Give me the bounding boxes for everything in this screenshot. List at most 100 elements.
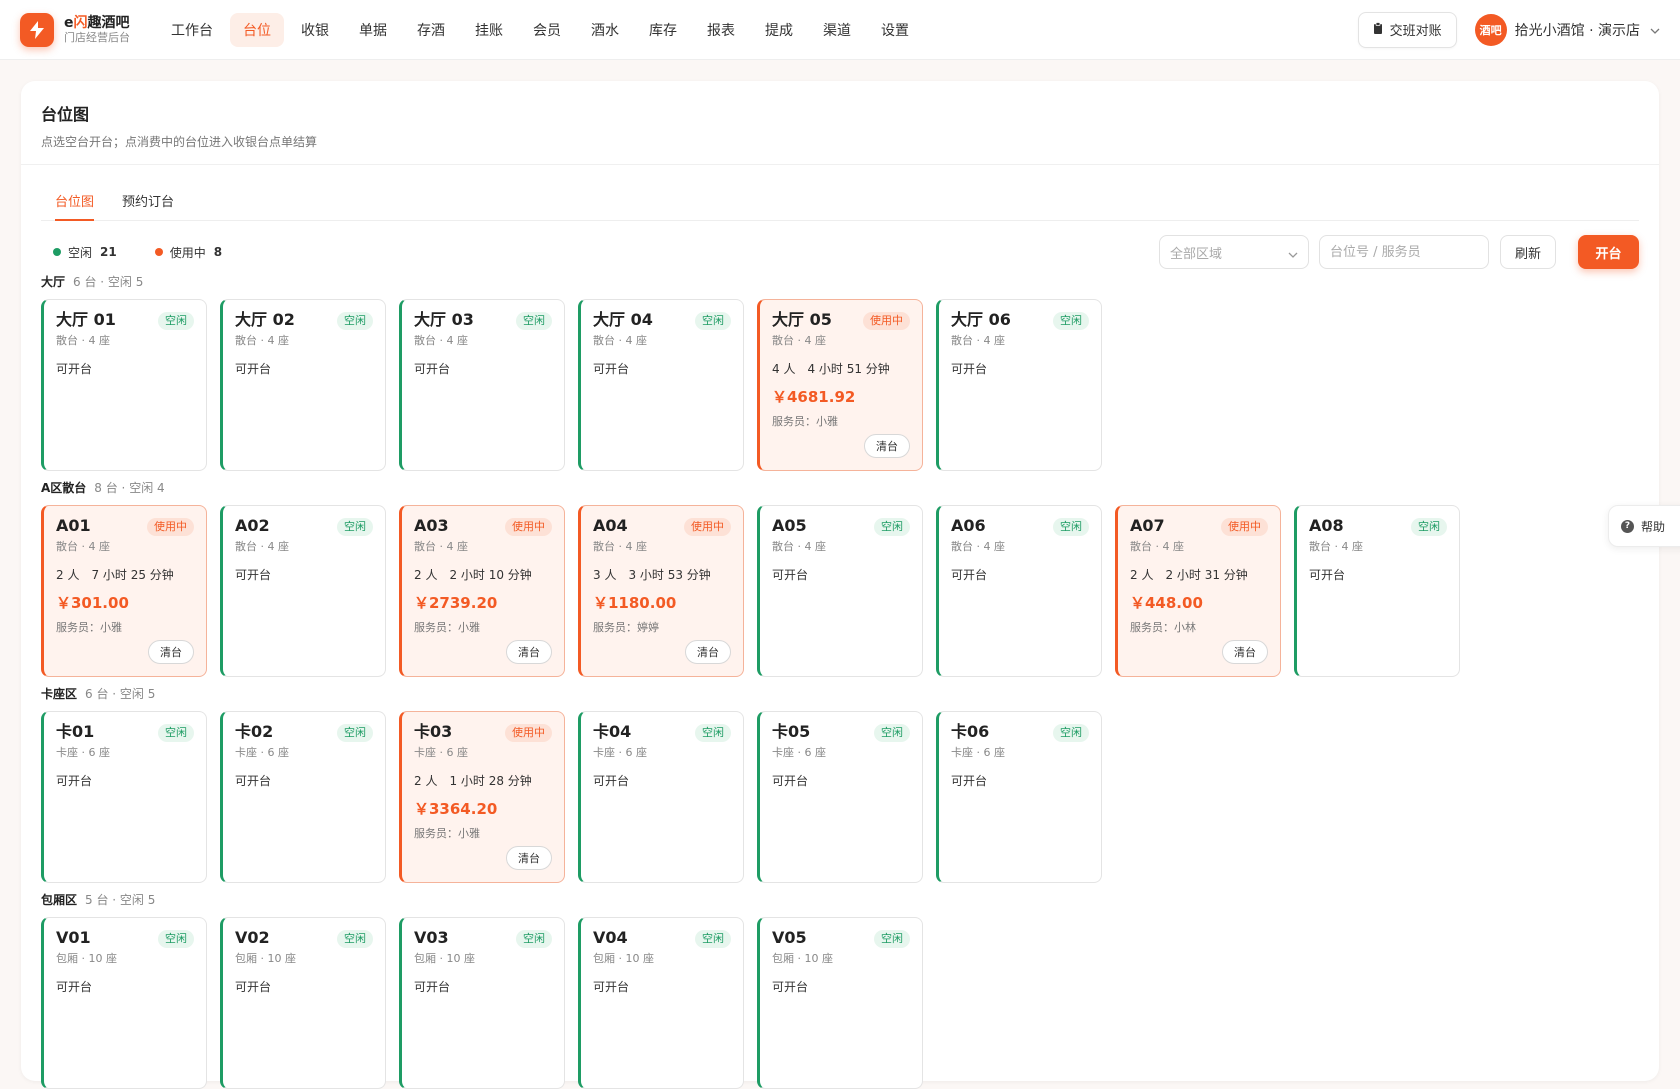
table-card[interactable]: A01 使用中 散台 · 4 座2 人 7 小时 25 分钟 ￥301.00 服务员：小… [41, 505, 207, 677]
table-card[interactable]: 大厅 04 空闲 散台 · 4 座可开台 [578, 299, 744, 471]
table-meta: 包厢 · 10 座 [414, 952, 475, 965]
table-card[interactable]: V01 空闲 包厢 · 10 座可开台 [41, 917, 207, 1089]
zone-name: 卡座区 [41, 686, 78, 701]
status-badge: 空闲 [874, 724, 910, 742]
table-card[interactable]: A07 使用中 散台 · 4 座2 人 2 小时 31 分钟 ￥448.00 服务员：小… [1115, 505, 1281, 677]
clipboard-icon [1373, 21, 1383, 38]
table-status: 3 人 3 小时 53 分钟 [593, 568, 711, 582]
clear-table-button[interactable]: 清台 [864, 434, 910, 458]
nav-item-11[interactable]: 渠道 [810, 13, 864, 47]
nav-item-5[interactable]: 挂账 [462, 13, 516, 47]
table-card[interactable]: A03 使用中 散台 · 4 座2 人 2 小时 10 分钟 ￥2739.20 服务员：… [399, 505, 565, 677]
table-card[interactable]: 大厅 02 空闲 散台 · 4 座可开台 [220, 299, 386, 471]
status-badge: 空闲 [1053, 312, 1089, 330]
area-select[interactable]: 全部区域 [1158, 235, 1309, 269]
table-card[interactable]: 卡02 空闲 卡座 · 6 座可开台 [220, 711, 386, 883]
brand-subtitle: 门店经营后台 [64, 31, 130, 45]
nav-item-7[interactable]: 酒水 [578, 13, 632, 47]
table-meta: 散台 · 4 座 [1130, 540, 1184, 553]
clear-table-button[interactable]: 清台 [148, 640, 194, 664]
table-meta: 散台 · 4 座 [235, 334, 289, 347]
table-card[interactable]: 大厅 03 空闲 散台 · 4 座可开台 [399, 299, 565, 471]
table-meta: 散台 · 4 座 [772, 540, 826, 553]
table-meta: 散台 · 4 座 [56, 334, 110, 347]
tab-table-map[interactable]: 台位图 [55, 191, 95, 221]
shift-reconcile-label: 交班对账 [1389, 24, 1442, 39]
table-meta: 散台 · 4 座 [593, 334, 647, 347]
tab-reservations[interactable]: 预约订台 [122, 191, 174, 220]
table-card[interactable]: 卡03 使用中 卡座 · 6 座2 人 1 小时 28 分钟 ￥3364.20 服务员：… [399, 711, 565, 883]
table-card[interactable]: 卡05 空闲 卡座 · 6 座可开台 [757, 711, 923, 883]
clear-table-button[interactable]: 清台 [506, 846, 552, 870]
store-switcher[interactable]: 酒吧 拾光小酒馆 · 演示店 [1474, 13, 1660, 46]
zone-header: 包厢区 5 台 · 空闲 5 [41, 889, 936, 909]
table-card[interactable]: 卡01 空闲 卡座 · 6 座可开台 [41, 711, 207, 883]
search-input[interactable] [1318, 235, 1489, 269]
table-card[interactable]: A02 空闲 散台 · 4 座可开台 [220, 505, 386, 677]
status-badge: 空闲 [695, 724, 731, 742]
table-map-panel: 台位图 点选空台开台；点消费中的台位进入收银台点单结算 台位图 预约订台 空闲 … [21, 81, 1659, 1089]
table-status: 可开台 [235, 774, 272, 788]
table-card[interactable]: A04 使用中 散台 · 4 座3 人 3 小时 53 分钟 ￥1180.00 服务员：… [578, 505, 744, 677]
status-badge: 空闲 [158, 930, 194, 948]
table-card[interactable]: 大厅 01 空闲 散台 · 4 座可开台 [41, 299, 207, 471]
table-card[interactable]: A05 空闲 散台 · 4 座可开台 [757, 505, 923, 677]
table-card[interactable]: 卡06 空闲 卡座 · 6 座可开台 [936, 711, 1102, 883]
status-badge: 使用中 [684, 518, 731, 536]
table-card[interactable]: V05 空闲 包厢 · 10 座可开台 [757, 917, 923, 1089]
nav-item-1[interactable]: 台位 [230, 12, 284, 47]
nav-item-2[interactable]: 收银 [288, 13, 342, 47]
table-card[interactable]: 卡04 空闲 卡座 · 6 座可开台 [578, 711, 744, 883]
status-badge: 空闲 [695, 312, 731, 330]
status-badge: 空闲 [337, 724, 373, 742]
clear-table-button[interactable]: 清台 [506, 640, 552, 664]
zone-section: 大厅 6 台 · 空闲 5 大厅 01 空闲 散台 · 4 座可开台 大厅 02 空闲 散台 … [41, 271, 1115, 471]
table-card[interactable]: A06 空闲 散台 · 4 座可开台 [936, 505, 1102, 677]
table-meta: 包厢 · 10 座 [56, 952, 117, 965]
table-status: 可开台 [951, 568, 988, 582]
table-card[interactable]: V03 空闲 包厢 · 10 座可开台 [399, 917, 565, 1089]
nav-item-9[interactable]: 报表 [694, 13, 748, 47]
table-card[interactable]: V04 空闲 包厢 · 10 座可开台 [578, 917, 744, 1089]
shift-reconcile-button[interactable]: 交班对账 [1357, 11, 1457, 48]
clear-table-button[interactable]: 清台 [685, 640, 731, 664]
table-card[interactable]: V02 空闲 包厢 · 10 座可开台 [220, 917, 386, 1089]
zone-header: A区散台 8 台 · 空闲 4 [41, 477, 1473, 497]
table-card[interactable]: 大厅 06 空闲 散台 · 4 座可开台 [936, 299, 1102, 471]
nav-item-6[interactable]: 会员 [520, 13, 574, 47]
nav-item-0[interactable]: 工作台 [158, 13, 226, 47]
table-status: 可开台 [414, 980, 451, 994]
help-label: 帮助 [1641, 519, 1666, 534]
table-meta: 卡座 · 6 座 [414, 746, 468, 759]
refresh-button[interactable]: 刷新 [1499, 235, 1556, 269]
nav-item-12[interactable]: 设置 [868, 13, 922, 47]
zone-summary: 8 台 · 空闲 4 [94, 480, 165, 495]
open-table-button[interactable]: 开台 [1578, 235, 1639, 269]
legend-free-count: 21 [100, 245, 117, 259]
free-dot-icon [53, 248, 61, 256]
zone-summary: 5 台 · 空闲 5 [85, 892, 156, 907]
table-amount: ￥3364.20 [414, 800, 498, 818]
table-amount: ￥4681.92 [772, 388, 856, 406]
nav-item-8[interactable]: 库存 [636, 13, 690, 47]
nav-item-3[interactable]: 单据 [346, 13, 400, 47]
status-badge: 空闲 [337, 930, 373, 948]
zone-name: 大厅 [41, 274, 66, 289]
table-status: 可开台 [951, 774, 988, 788]
table-card[interactable]: 大厅 05 使用中 散台 · 4 座4 人 4 小时 51 分钟 ￥4681.92 服务… [757, 299, 923, 471]
status-badge: 使用中 [147, 518, 194, 536]
table-meta: 卡座 · 6 座 [593, 746, 647, 759]
table-meta: 包厢 · 10 座 [593, 952, 654, 965]
help-button[interactable]: ? 帮助 [1608, 505, 1680, 547]
status-badge: 空闲 [158, 312, 194, 330]
table-meta: 散台 · 4 座 [235, 540, 289, 553]
clear-table-button[interactable]: 清台 [1222, 640, 1268, 664]
page-description: 点选空台开台；点消费中的台位进入收银台点单结算 [41, 135, 318, 149]
zone-name: 包厢区 [41, 892, 78, 907]
bolt-logo-icon[interactable] [20, 12, 54, 47]
zone-header: 卡座区 6 台 · 空闲 5 [41, 683, 1115, 703]
table-card[interactable]: A08 空闲 散台 · 4 座可开台 [1294, 505, 1460, 677]
nav-item-4[interactable]: 存酒 [404, 13, 458, 47]
zone-section: 卡座区 6 台 · 空闲 5 卡01 空闲 卡座 · 6 座可开台 卡02 空闲 卡座 · 6… [41, 683, 1115, 883]
nav-item-10[interactable]: 提成 [752, 13, 806, 47]
